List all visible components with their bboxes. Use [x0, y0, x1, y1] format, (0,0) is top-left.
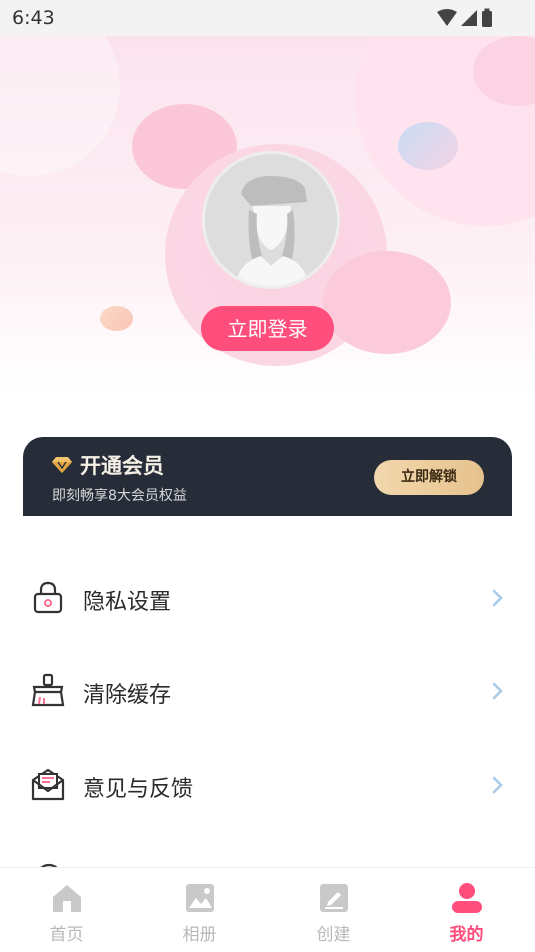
chevron-right-icon: [492, 682, 503, 700]
menu-item-feedback[interactable]: 意见与反馈: [0, 742, 535, 832]
decor-blob: [323, 251, 451, 354]
tab-label: 我的: [449, 925, 484, 945]
status-icons: [437, 8, 492, 27]
menu-label: 隐私设置: [83, 590, 172, 615]
vip-subtitle: 即刻畅享8大会员权益: [52, 488, 187, 504]
user-icon: [452, 883, 482, 913]
login-button[interactable]: 立即登录: [201, 306, 334, 351]
lock-icon: [33, 581, 63, 614]
unlock-vip-button[interactable]: 立即解锁: [374, 460, 484, 495]
status-bar: 6:43: [0, 0, 535, 36]
avatar[interactable]: [202, 151, 340, 289]
vip-title: 开通会员: [80, 454, 164, 478]
broom-icon: [31, 673, 65, 707]
battery-icon: [482, 11, 492, 27]
decor-blob: [0, 36, 120, 176]
profile-header: 立即登录: [0, 36, 535, 396]
avatar-placeholder-icon: [205, 154, 337, 286]
chevron-right-icon: [492, 589, 503, 607]
menu-item-clear-cache[interactable]: 清除缓存: [0, 648, 535, 738]
tab-create[interactable]: 创建: [267, 868, 400, 952]
image-icon: [186, 884, 214, 912]
tab-mine[interactable]: 我的: [400, 868, 533, 952]
tab-label: 创建: [316, 925, 351, 945]
create-icon: [320, 884, 348, 912]
wifi-icon: [437, 9, 457, 26]
decor-blob: [398, 122, 458, 170]
menu-label: 清除缓存: [83, 683, 172, 708]
menu-item-privacy[interactable]: 隐私设置: [0, 555, 535, 645]
chevron-right-icon: [492, 776, 503, 794]
home-icon: [53, 885, 81, 912]
signal-icon: [461, 10, 477, 26]
tab-album[interactable]: 相册: [133, 868, 266, 952]
status-time: 6:43: [12, 7, 55, 29]
tab-label: 相册: [182, 925, 217, 945]
decor-blob: [100, 306, 133, 331]
diamond-icon: [52, 457, 72, 473]
vip-card[interactable]: 开通会员 即刻畅享8大会员权益 立即解锁: [23, 437, 512, 516]
tab-home[interactable]: 首页: [0, 868, 133, 952]
menu-label: 意见与反馈: [83, 777, 194, 802]
mail-icon: [31, 768, 65, 801]
tab-label: 首页: [49, 925, 84, 945]
bottom-nav: 首页 相册 创建 我的: [0, 867, 535, 952]
